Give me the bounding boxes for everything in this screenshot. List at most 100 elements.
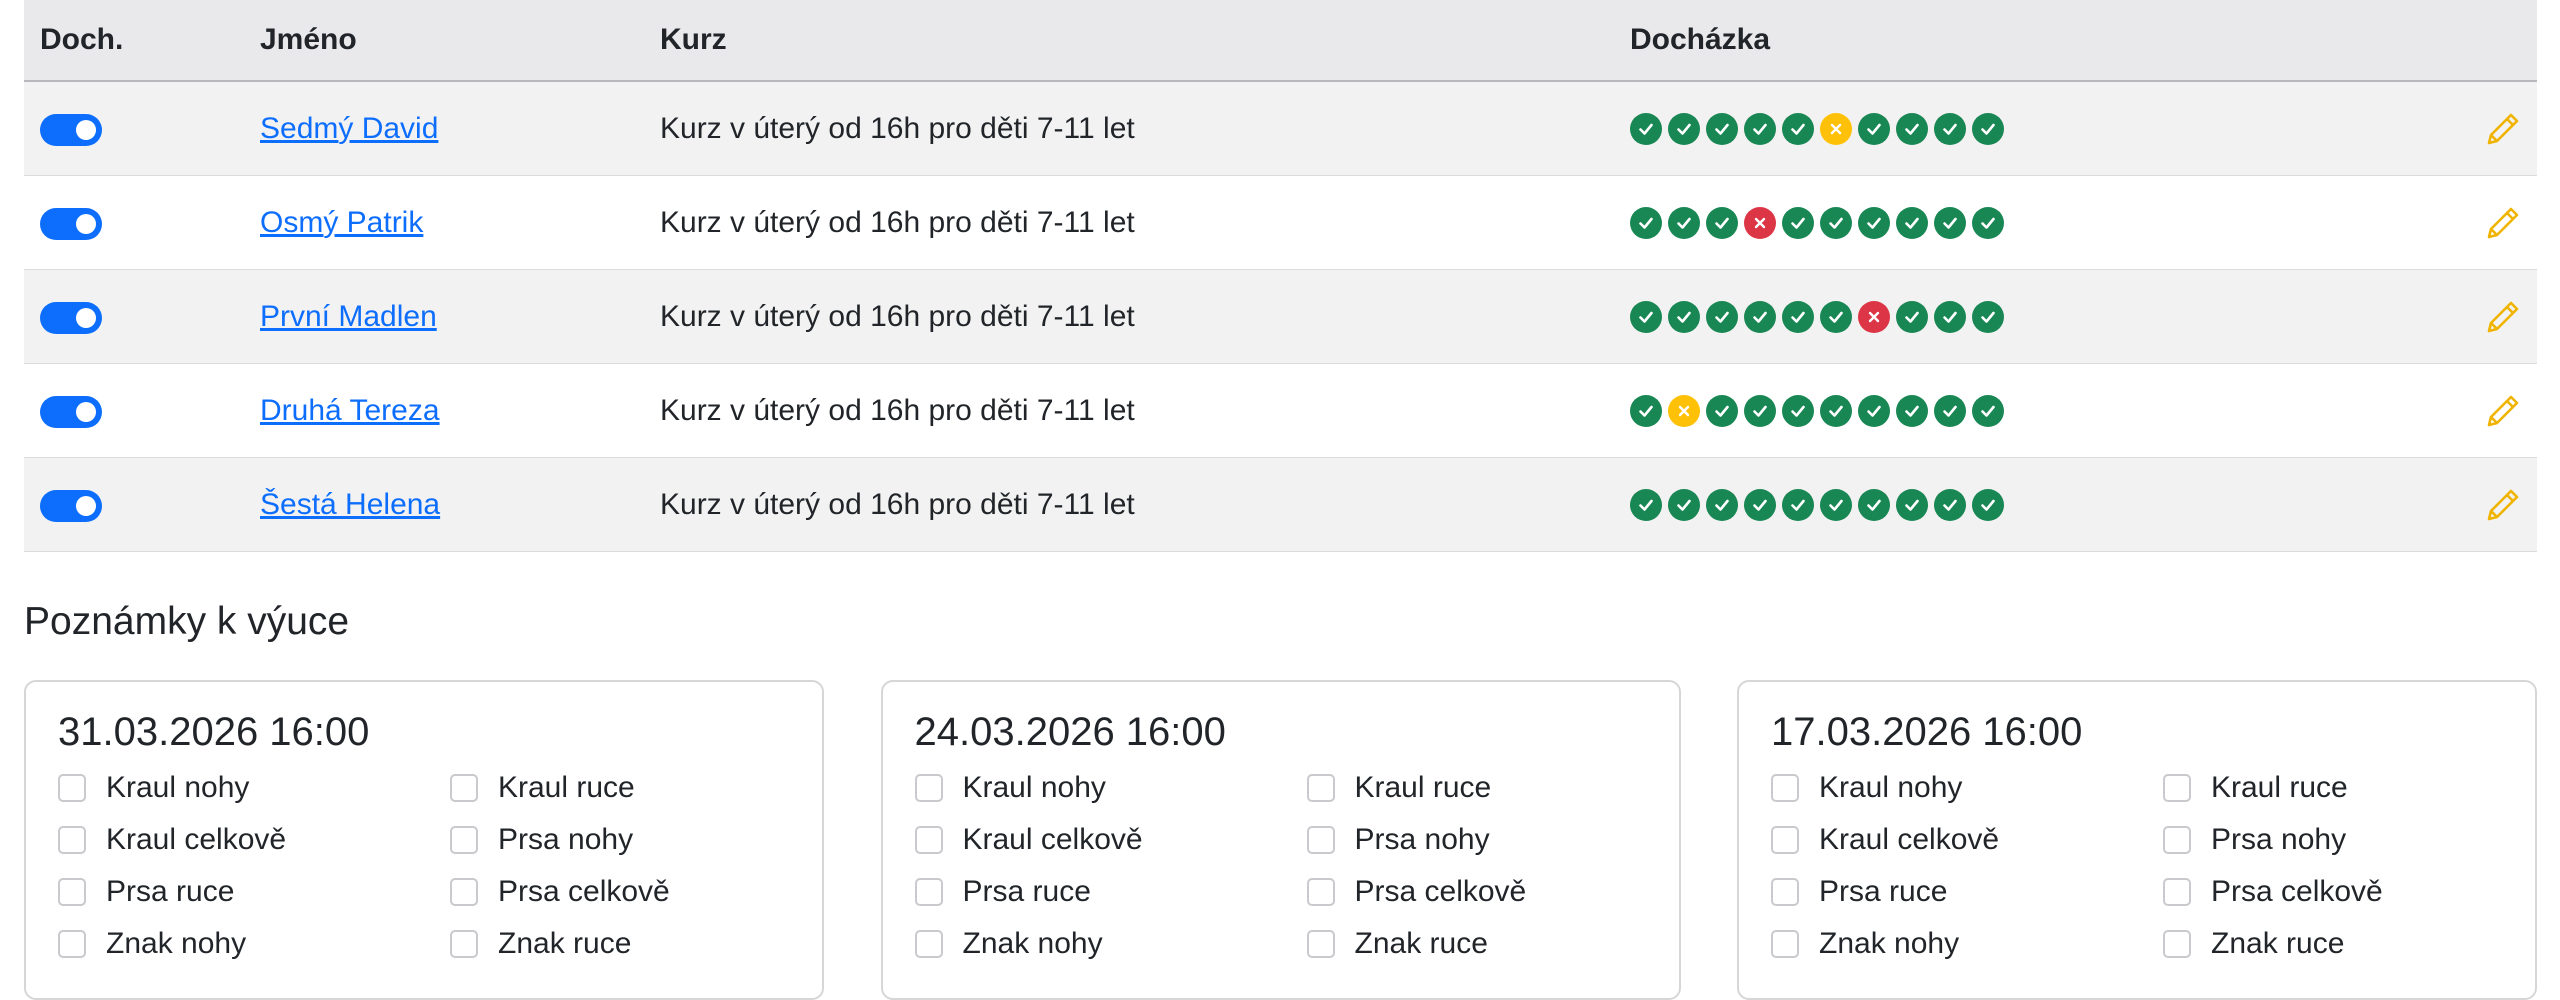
skill-label: Prsa celkově <box>2211 875 2383 908</box>
skill-checkbox[interactable]: Kraul nohy <box>914 769 1307 807</box>
skill-label: Prsa celkově <box>498 875 670 908</box>
pencil-icon[interactable] <box>2481 107 2525 151</box>
skill-checkbox[interactable]: Prsa celkově <box>2163 873 2543 911</box>
checkbox-box[interactable] <box>1771 878 1799 906</box>
skills-checklist: Kraul nohy Kraul ruce Kraul celkově Prsa no… <box>914 769 1647 963</box>
attendance-cell <box>1630 175 2477 270</box>
skill-label: Kraul nohy <box>962 771 1106 804</box>
skill-checkbox[interactable]: Kraul celkově <box>1771 821 2163 859</box>
skill-checkbox[interactable]: Kraul celkově <box>58 821 450 859</box>
checkbox-box[interactable] <box>914 774 943 802</box>
attendance-toggle-switch[interactable] <box>40 113 102 146</box>
checkbox-box[interactable] <box>450 930 478 958</box>
skill-checkbox[interactable]: Kraul celkově <box>914 821 1307 859</box>
student-name-link[interactable]: Šestá Helena <box>260 488 440 521</box>
table-row: Osmý Patrik Kurz v úterý od 16h pro děti … <box>24 175 2537 270</box>
checkbox-box[interactable] <box>914 930 943 958</box>
toggle-cell <box>24 175 260 270</box>
present-check-icon <box>1972 394 2004 427</box>
toggle-cell <box>24 81 260 176</box>
checkbox-box[interactable] <box>450 878 478 906</box>
skill-checkbox[interactable]: Prsa nohy <box>2163 821 2543 859</box>
pencil-icon[interactable] <box>2481 201 2525 245</box>
attendance-toggle-switch[interactable] <box>40 207 102 240</box>
checkbox-box[interactable] <box>1771 774 1799 802</box>
present-check-icon <box>1706 488 1738 521</box>
checkbox-box[interactable] <box>58 826 86 854</box>
attendance-toggle-switch[interactable] <box>40 489 102 522</box>
student-name-link[interactable]: Druhá Tereza <box>260 394 440 427</box>
pencil-icon[interactable] <box>2481 295 2525 339</box>
skill-checkbox[interactable]: Znak nohy <box>58 925 450 963</box>
skill-label: Kraul ruce <box>498 771 635 804</box>
skill-checkbox[interactable]: Kraul nohy <box>1771 769 2163 807</box>
attendance-cell <box>1630 457 2477 552</box>
skill-checkbox[interactable]: Znak ruce <box>450 925 830 963</box>
skill-checkbox[interactable]: Kraul nohy <box>58 769 450 807</box>
attendance-toggle-switch[interactable] <box>40 395 102 428</box>
attendance-toggle-switch[interactable] <box>40 301 102 334</box>
skill-checkbox[interactable]: Znak ruce <box>2163 925 2543 963</box>
skill-checkbox[interactable]: Prsa celkově <box>450 873 830 911</box>
checkbox-box[interactable] <box>2163 774 2191 802</box>
student-name-link[interactable]: První Madlen <box>260 300 437 333</box>
pencil-icon[interactable] <box>2481 389 2525 433</box>
present-check-icon <box>1858 112 1890 145</box>
name-cell: První Madlen <box>260 269 660 364</box>
present-check-icon <box>1934 300 1966 333</box>
name-cell: Šestá Helena <box>260 457 660 552</box>
skill-checkbox[interactable]: Znak ruce <box>1306 925 1687 963</box>
header-attendance-toggle: Doch. <box>24 0 260 82</box>
skill-checkbox[interactable]: Kraul ruce <box>2163 769 2543 807</box>
skill-label: Kraul nohy <box>106 771 250 804</box>
present-check-icon <box>1782 300 1814 333</box>
present-check-icon <box>1668 488 1700 521</box>
checkbox-box[interactable] <box>58 930 86 958</box>
skill-checkbox[interactable]: Prsa celkově <box>1306 873 1687 911</box>
checkbox-box[interactable] <box>1306 878 1335 906</box>
checkbox-box[interactable] <box>2163 930 2191 958</box>
present-check-icon <box>1744 488 1776 521</box>
skill-label: Kraul celkově <box>106 823 287 856</box>
present-check-icon <box>1934 394 1966 427</box>
edit-cell <box>2477 363 2537 458</box>
skill-checkbox[interactable]: Znak nohy <box>1771 925 2163 963</box>
checkbox-box[interactable] <box>914 826 943 854</box>
skill-checkbox[interactable]: Prsa ruce <box>914 873 1307 911</box>
toggle-cell <box>24 269 260 364</box>
pencil-icon[interactable] <box>2481 483 2525 527</box>
checkbox-box[interactable] <box>58 774 86 802</box>
skill-label: Znak nohy <box>962 927 1103 960</box>
skill-checkbox[interactable]: Prsa nohy <box>1306 821 1687 859</box>
checkbox-box[interactable] <box>1771 826 1799 854</box>
checkbox-box[interactable] <box>2163 826 2191 854</box>
checkbox-box[interactable] <box>914 878 943 906</box>
skill-checkbox[interactable]: Znak nohy <box>914 925 1307 963</box>
skill-checkbox[interactable]: Kraul ruce <box>450 769 830 807</box>
checkbox-box[interactable] <box>1306 774 1335 802</box>
skill-checkbox[interactable]: Prsa ruce <box>1771 873 2163 911</box>
checkbox-box[interactable] <box>1306 826 1335 854</box>
student-name-link[interactable]: Osmý Patrik <box>260 206 423 239</box>
checkbox-box[interactable] <box>2163 878 2191 906</box>
present-check-icon <box>1896 394 1928 427</box>
checkbox-box[interactable] <box>450 826 478 854</box>
present-check-icon <box>1668 300 1700 333</box>
notes-section-title: Poznámky k výuce <box>24 600 350 643</box>
checkbox-box[interactable] <box>1771 930 1799 958</box>
skill-checkbox[interactable]: Prsa ruce <box>58 873 450 911</box>
attendance-cell <box>1630 269 2477 364</box>
course-cell: Kurz v úterý od 16h pro děti 7-11 let <box>660 363 1630 458</box>
present-check-icon <box>1858 394 1890 427</box>
lesson-date: 31.03.2026 16:00 <box>58 710 370 754</box>
checkbox-box[interactable] <box>450 774 478 802</box>
present-check-icon <box>1820 394 1852 427</box>
skill-checkbox[interactable]: Prsa nohy <box>450 821 830 859</box>
header-name: Jméno <box>260 0 660 82</box>
skills-checklist: Kraul nohy Kraul ruce Kraul celkově Prsa no… <box>58 769 790 963</box>
skill-label: Prsa celkově <box>1354 875 1527 908</box>
student-name-link[interactable]: Sedmý David <box>260 112 438 145</box>
skill-checkbox[interactable]: Kraul ruce <box>1306 769 1687 807</box>
checkbox-box[interactable] <box>1306 930 1335 958</box>
checkbox-box[interactable] <box>58 878 86 906</box>
